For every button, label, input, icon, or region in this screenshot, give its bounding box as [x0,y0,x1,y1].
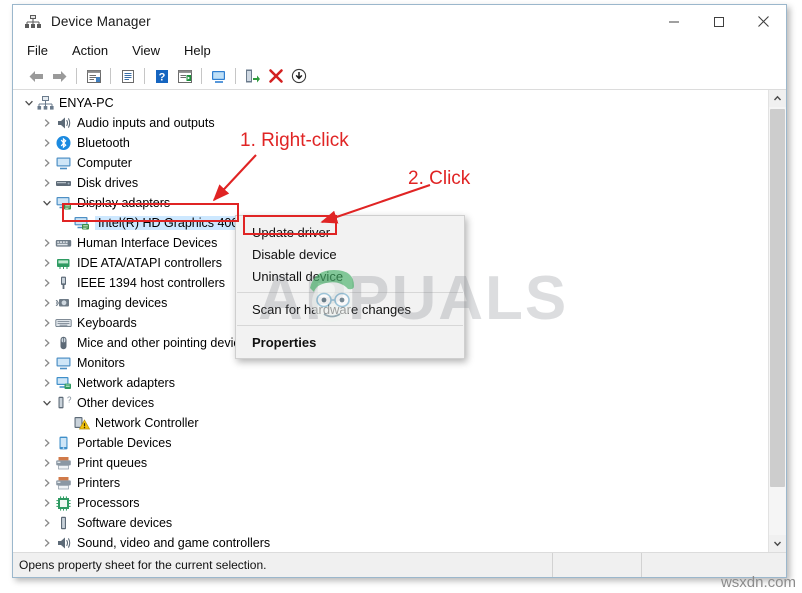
wsxdn-watermark: wsxdn.com [720,574,796,591]
annotation-right-click: 1. Right-click [240,130,349,151]
arrow-to-device [212,154,431,224]
annotation-click: 2. Click [408,168,471,189]
